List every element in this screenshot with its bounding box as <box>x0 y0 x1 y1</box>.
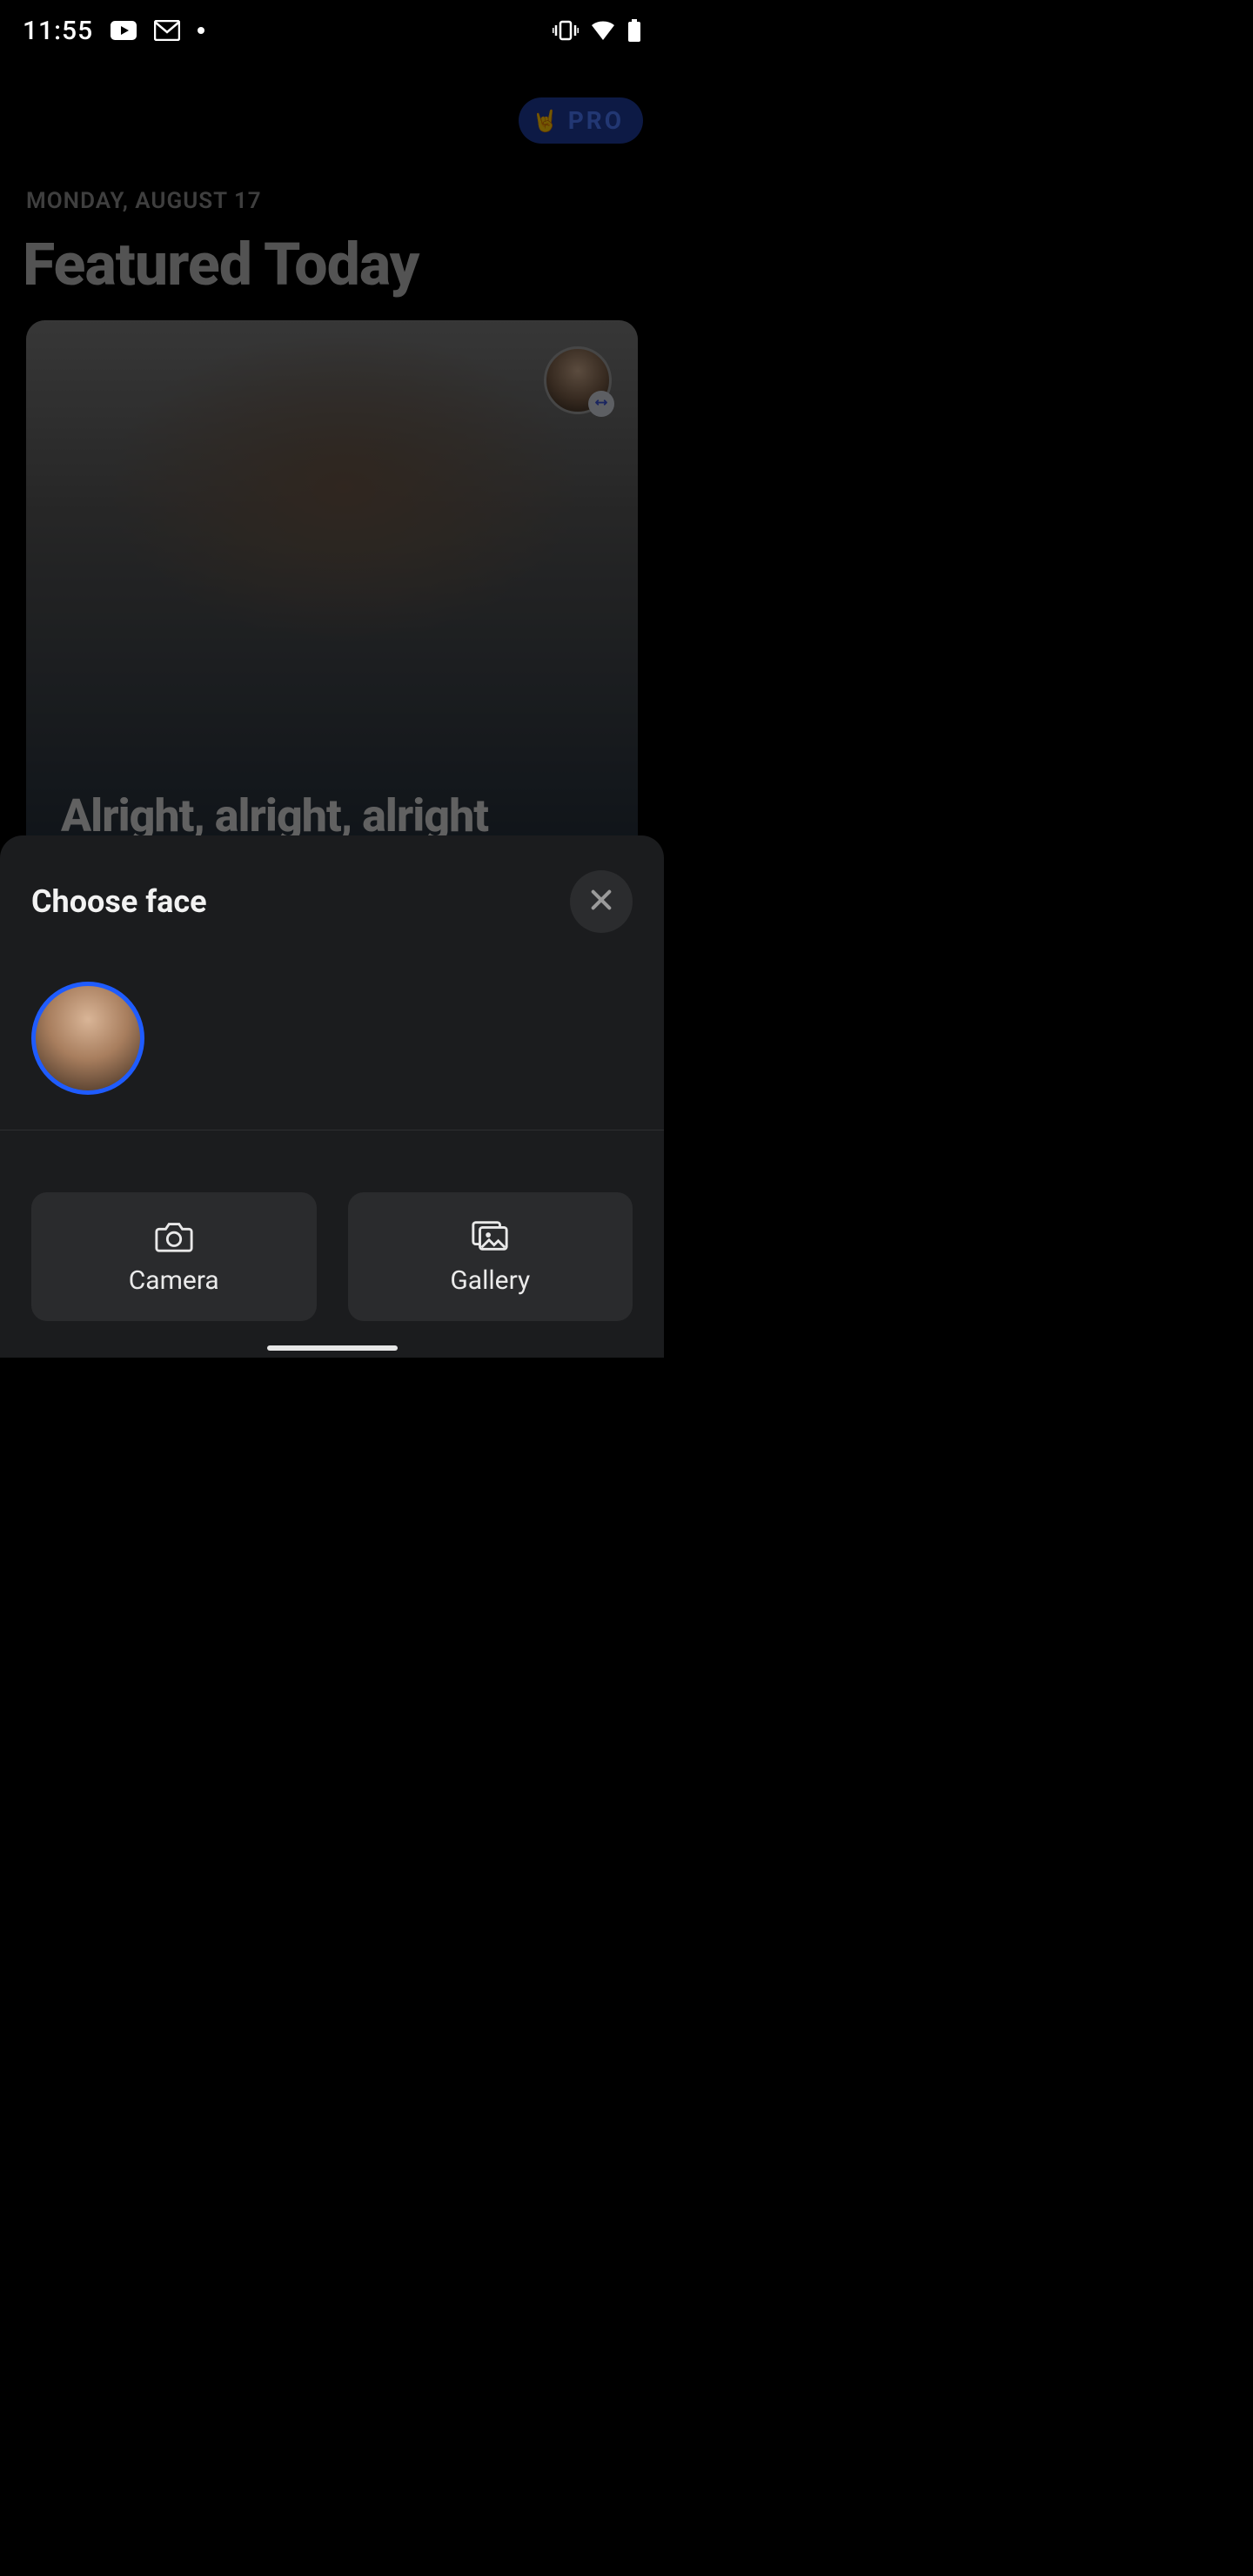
status-bar: 11:55 <box>0 0 664 61</box>
featured-caption: Alright, alright, alright <box>61 789 603 842</box>
swap-badge-icon <box>588 391 614 417</box>
camera-button[interactable]: Camera <box>31 1192 317 1321</box>
page-title: Featured Today <box>23 230 664 299</box>
notification-dot-icon <box>198 27 204 34</box>
pro-badge[interactable]: 🤘 PRO <box>519 97 643 144</box>
gallery-icon <box>470 1218 510 1257</box>
choose-face-sheet: Choose face Camera Gallery <box>0 835 664 1358</box>
face-option-selected[interactable] <box>31 982 144 1095</box>
gallery-label: Gallery <box>450 1265 530 1296</box>
gmail-icon <box>154 20 180 41</box>
wifi-icon <box>591 21 615 40</box>
status-right <box>553 19 641 42</box>
camera-icon <box>154 1218 194 1257</box>
close-icon <box>587 886 615 917</box>
status-left: 11:55 <box>23 16 204 46</box>
close-button[interactable] <box>570 870 633 933</box>
camera-label: Camera <box>129 1265 219 1296</box>
date-line: MONDAY, AUGUST 17 <box>26 188 664 214</box>
sheet-title: Choose face <box>31 883 207 920</box>
sheet-header: Choose face <box>31 870 633 933</box>
gallery-button[interactable]: Gallery <box>348 1192 633 1321</box>
faces-row <box>31 982 633 1095</box>
face-thumbnail[interactable] <box>544 346 612 414</box>
sheet-actions: Camera Gallery <box>31 1192 633 1321</box>
pro-emoji-icon: 🤘 <box>533 109 561 133</box>
nav-handle[interactable] <box>267 1345 398 1351</box>
status-time: 11:55 <box>23 16 93 46</box>
battery-icon <box>627 19 641 42</box>
youtube-icon <box>111 21 137 40</box>
vibrate-icon <box>553 20 579 41</box>
pro-label: PRO <box>568 106 624 135</box>
featured-card[interactable]: Alright, alright, alright <box>26 320 638 877</box>
